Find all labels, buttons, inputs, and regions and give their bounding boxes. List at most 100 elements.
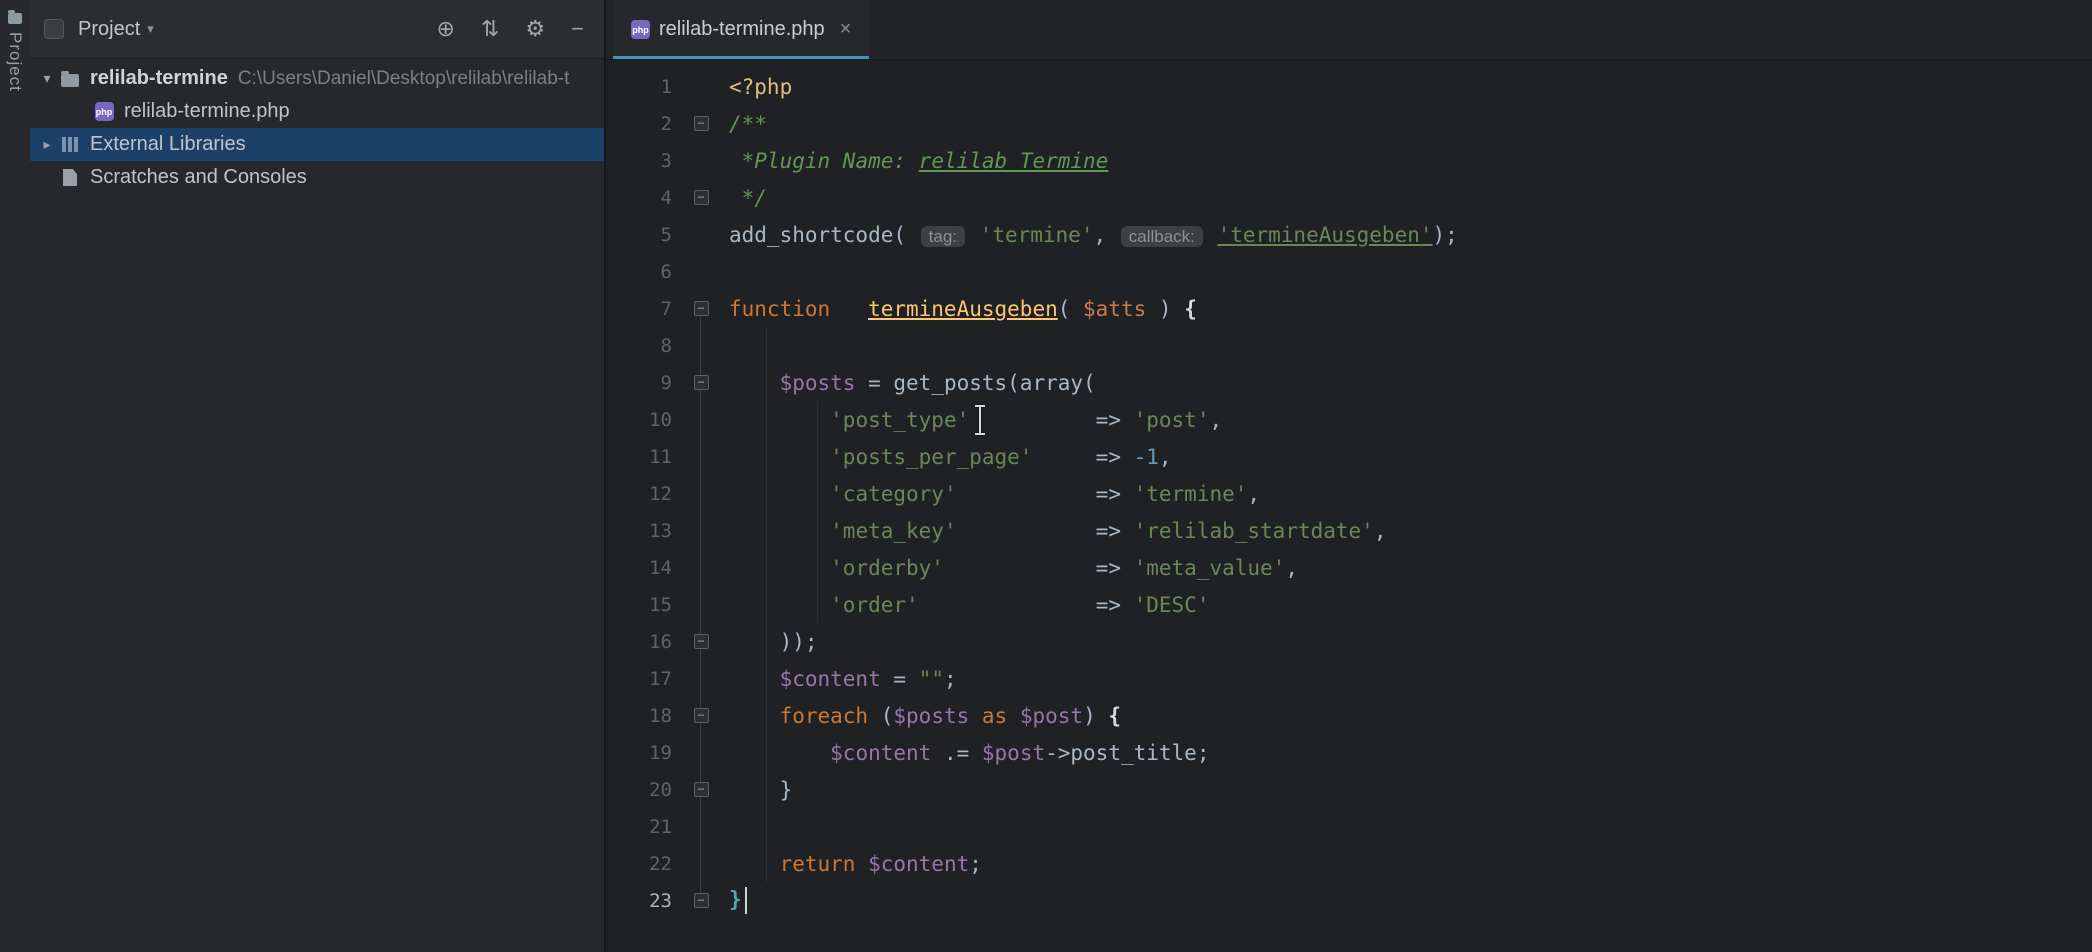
code-text[interactable]: 'meta_key' => 'relilab_startdate', xyxy=(716,519,1386,543)
code-token xyxy=(919,593,1096,617)
code-text[interactable]: foreach ($posts as $post) { xyxy=(716,704,1121,728)
code-text[interactable]: } xyxy=(716,778,792,802)
tree-item-php-file[interactable]: relilab-termine.php xyxy=(30,95,604,128)
code-text[interactable]: /** xyxy=(716,112,767,136)
code-token: = xyxy=(855,371,893,395)
project-pane-icon xyxy=(44,19,64,39)
gutter-fold-column[interactable]: − xyxy=(686,782,716,797)
expand-collapse-icon[interactable]: ⇅ xyxy=(481,18,499,40)
code-line: 15 'order' => 'DESC' xyxy=(606,586,2092,623)
code-text[interactable]: add_shortcode( tag: 'termine', callback:… xyxy=(716,223,1458,247)
code-token xyxy=(729,482,830,506)
line-number[interactable]: 6 xyxy=(606,261,686,283)
code-token: 'meta_key' xyxy=(830,519,956,543)
chevron-right-icon[interactable]: ▸ xyxy=(36,136,58,153)
line-number[interactable]: 10 xyxy=(606,409,686,431)
code-line: 9− $posts = get_posts(array( xyxy=(606,364,2092,401)
line-number[interactable]: 11 xyxy=(606,446,686,468)
tree-item-label: Scratches and Consoles xyxy=(90,166,307,189)
hide-panel-icon[interactable]: − xyxy=(571,18,584,40)
code-token xyxy=(944,556,1096,580)
project-view-selector[interactable]: Project ▾ xyxy=(72,14,160,45)
line-number[interactable]: 20 xyxy=(606,779,686,801)
code-text[interactable]: )); xyxy=(716,630,818,654)
line-number[interactable]: 15 xyxy=(606,594,686,616)
code-token: 'termine' xyxy=(980,223,1094,247)
line-number[interactable]: 21 xyxy=(606,816,686,838)
tree-item-external-libraries[interactable]: ▸External Libraries xyxy=(30,128,604,161)
code-text[interactable]: } xyxy=(716,887,747,914)
fold-marker-icon[interactable]: − xyxy=(694,893,709,908)
fold-marker-icon[interactable]: − xyxy=(694,116,709,131)
line-number[interactable]: 8 xyxy=(606,335,686,357)
code-line: 8 xyxy=(606,327,2092,364)
fold-marker-icon[interactable]: − xyxy=(694,782,709,797)
fold-marker-icon[interactable]: − xyxy=(694,708,709,723)
code-line: 23−} xyxy=(606,882,2092,919)
line-number[interactable]: 19 xyxy=(606,742,686,764)
gutter-fold-column[interactable]: − xyxy=(686,708,716,723)
code-text[interactable]: 'order' => 'DESC' xyxy=(716,593,1209,617)
code-text[interactable]: return $content; xyxy=(716,852,982,876)
fold-marker-icon[interactable]: − xyxy=(694,301,709,316)
editor-tab[interactable]: relilab-termine.php× xyxy=(613,0,869,59)
line-number[interactable]: 7 xyxy=(606,298,686,320)
close-icon[interactable]: × xyxy=(840,18,852,41)
chevron-down-icon[interactable]: ▾ xyxy=(36,70,58,87)
code-text[interactable]: 'orderby' => 'meta_value', xyxy=(716,556,1298,580)
code-line: 13 'meta_key' => 'relilab_startdate', xyxy=(606,512,2092,549)
icon-wrap xyxy=(58,71,82,87)
gutter-fold-column[interactable]: − xyxy=(686,634,716,649)
line-number[interactable]: 5 xyxy=(606,224,686,246)
code-text[interactable]: function termineAusgeben( $atts ) { xyxy=(716,297,1197,321)
line-number[interactable]: 14 xyxy=(606,557,686,579)
code-text[interactable]: 'category' => 'termine', xyxy=(716,482,1260,506)
code-token: $post xyxy=(982,741,1045,765)
code-line: 12 'category' => 'termine', xyxy=(606,475,2092,512)
gutter-fold-column[interactable]: − xyxy=(686,375,716,390)
code-text[interactable]: 'post_type' => 'post', xyxy=(716,408,1222,432)
code-text[interactable]: *Plugin Name: relilab Termine xyxy=(716,149,1108,173)
code-token xyxy=(967,223,980,247)
gutter-fold-column[interactable]: − xyxy=(686,893,716,908)
code-text[interactable]: $content = ""; xyxy=(716,667,957,691)
code-area[interactable]: 1<?php2−/**3 *Plugin Name: relilab Termi… xyxy=(606,60,2092,952)
line-number[interactable]: 12 xyxy=(606,483,686,505)
gutter-fold-column[interactable]: − xyxy=(686,116,716,131)
code-token: => xyxy=(1096,593,1134,617)
locate-opened-file-icon[interactable]: ⊕ xyxy=(437,18,455,40)
code-line: 3 *Plugin Name: relilab Termine xyxy=(606,142,2092,179)
code-token xyxy=(969,704,982,728)
gutter-fold-column[interactable]: − xyxy=(686,190,716,205)
icon-wrap xyxy=(92,102,116,121)
line-number[interactable]: 9 xyxy=(606,372,686,394)
inlay-hint: tag: xyxy=(921,226,965,247)
code-token: )); xyxy=(729,630,818,654)
line-number[interactable]: 4 xyxy=(606,187,686,209)
code-token: $post xyxy=(1020,704,1083,728)
line-number[interactable]: 1 xyxy=(606,76,686,98)
fold-marker-icon[interactable]: − xyxy=(694,190,709,205)
line-number[interactable]: 16 xyxy=(606,631,686,653)
tree-item-project-root[interactable]: ▾relilab-termineC:\Users\Daniel\Desktop\… xyxy=(30,62,604,95)
code-text[interactable]: $content .= $post->post_title; xyxy=(716,741,1209,765)
fold-marker-icon[interactable]: − xyxy=(694,375,709,390)
gutter-fold-column[interactable]: − xyxy=(686,301,716,316)
line-number[interactable]: 22 xyxy=(606,853,686,875)
line-number[interactable]: 18 xyxy=(606,705,686,727)
tree-item-scratches-and-consoles[interactable]: Scratches and Consoles xyxy=(30,161,604,194)
line-number[interactable]: 17 xyxy=(606,668,686,690)
project-stripe-button[interactable]: Project xyxy=(0,0,30,92)
line-number[interactable]: 13 xyxy=(606,520,686,542)
settings-gear-icon[interactable]: ⚙ xyxy=(525,18,545,40)
editor-area: relilab-termine.php× 1<?php2−/**3 *Plugi… xyxy=(606,0,2092,952)
tool-window-stripe: Project xyxy=(0,0,31,952)
fold-marker-icon[interactable]: − xyxy=(694,634,709,649)
line-number[interactable]: 23 xyxy=(606,890,686,912)
code-text[interactable]: <?php xyxy=(716,75,792,99)
code-text[interactable]: $posts = get_posts(array( xyxy=(716,371,1096,395)
line-number[interactable]: 3 xyxy=(606,150,686,172)
code-text[interactable]: 'posts_per_page' => -1, xyxy=(716,445,1172,469)
code-text[interactable]: */ xyxy=(716,186,767,210)
line-number[interactable]: 2 xyxy=(606,113,686,135)
